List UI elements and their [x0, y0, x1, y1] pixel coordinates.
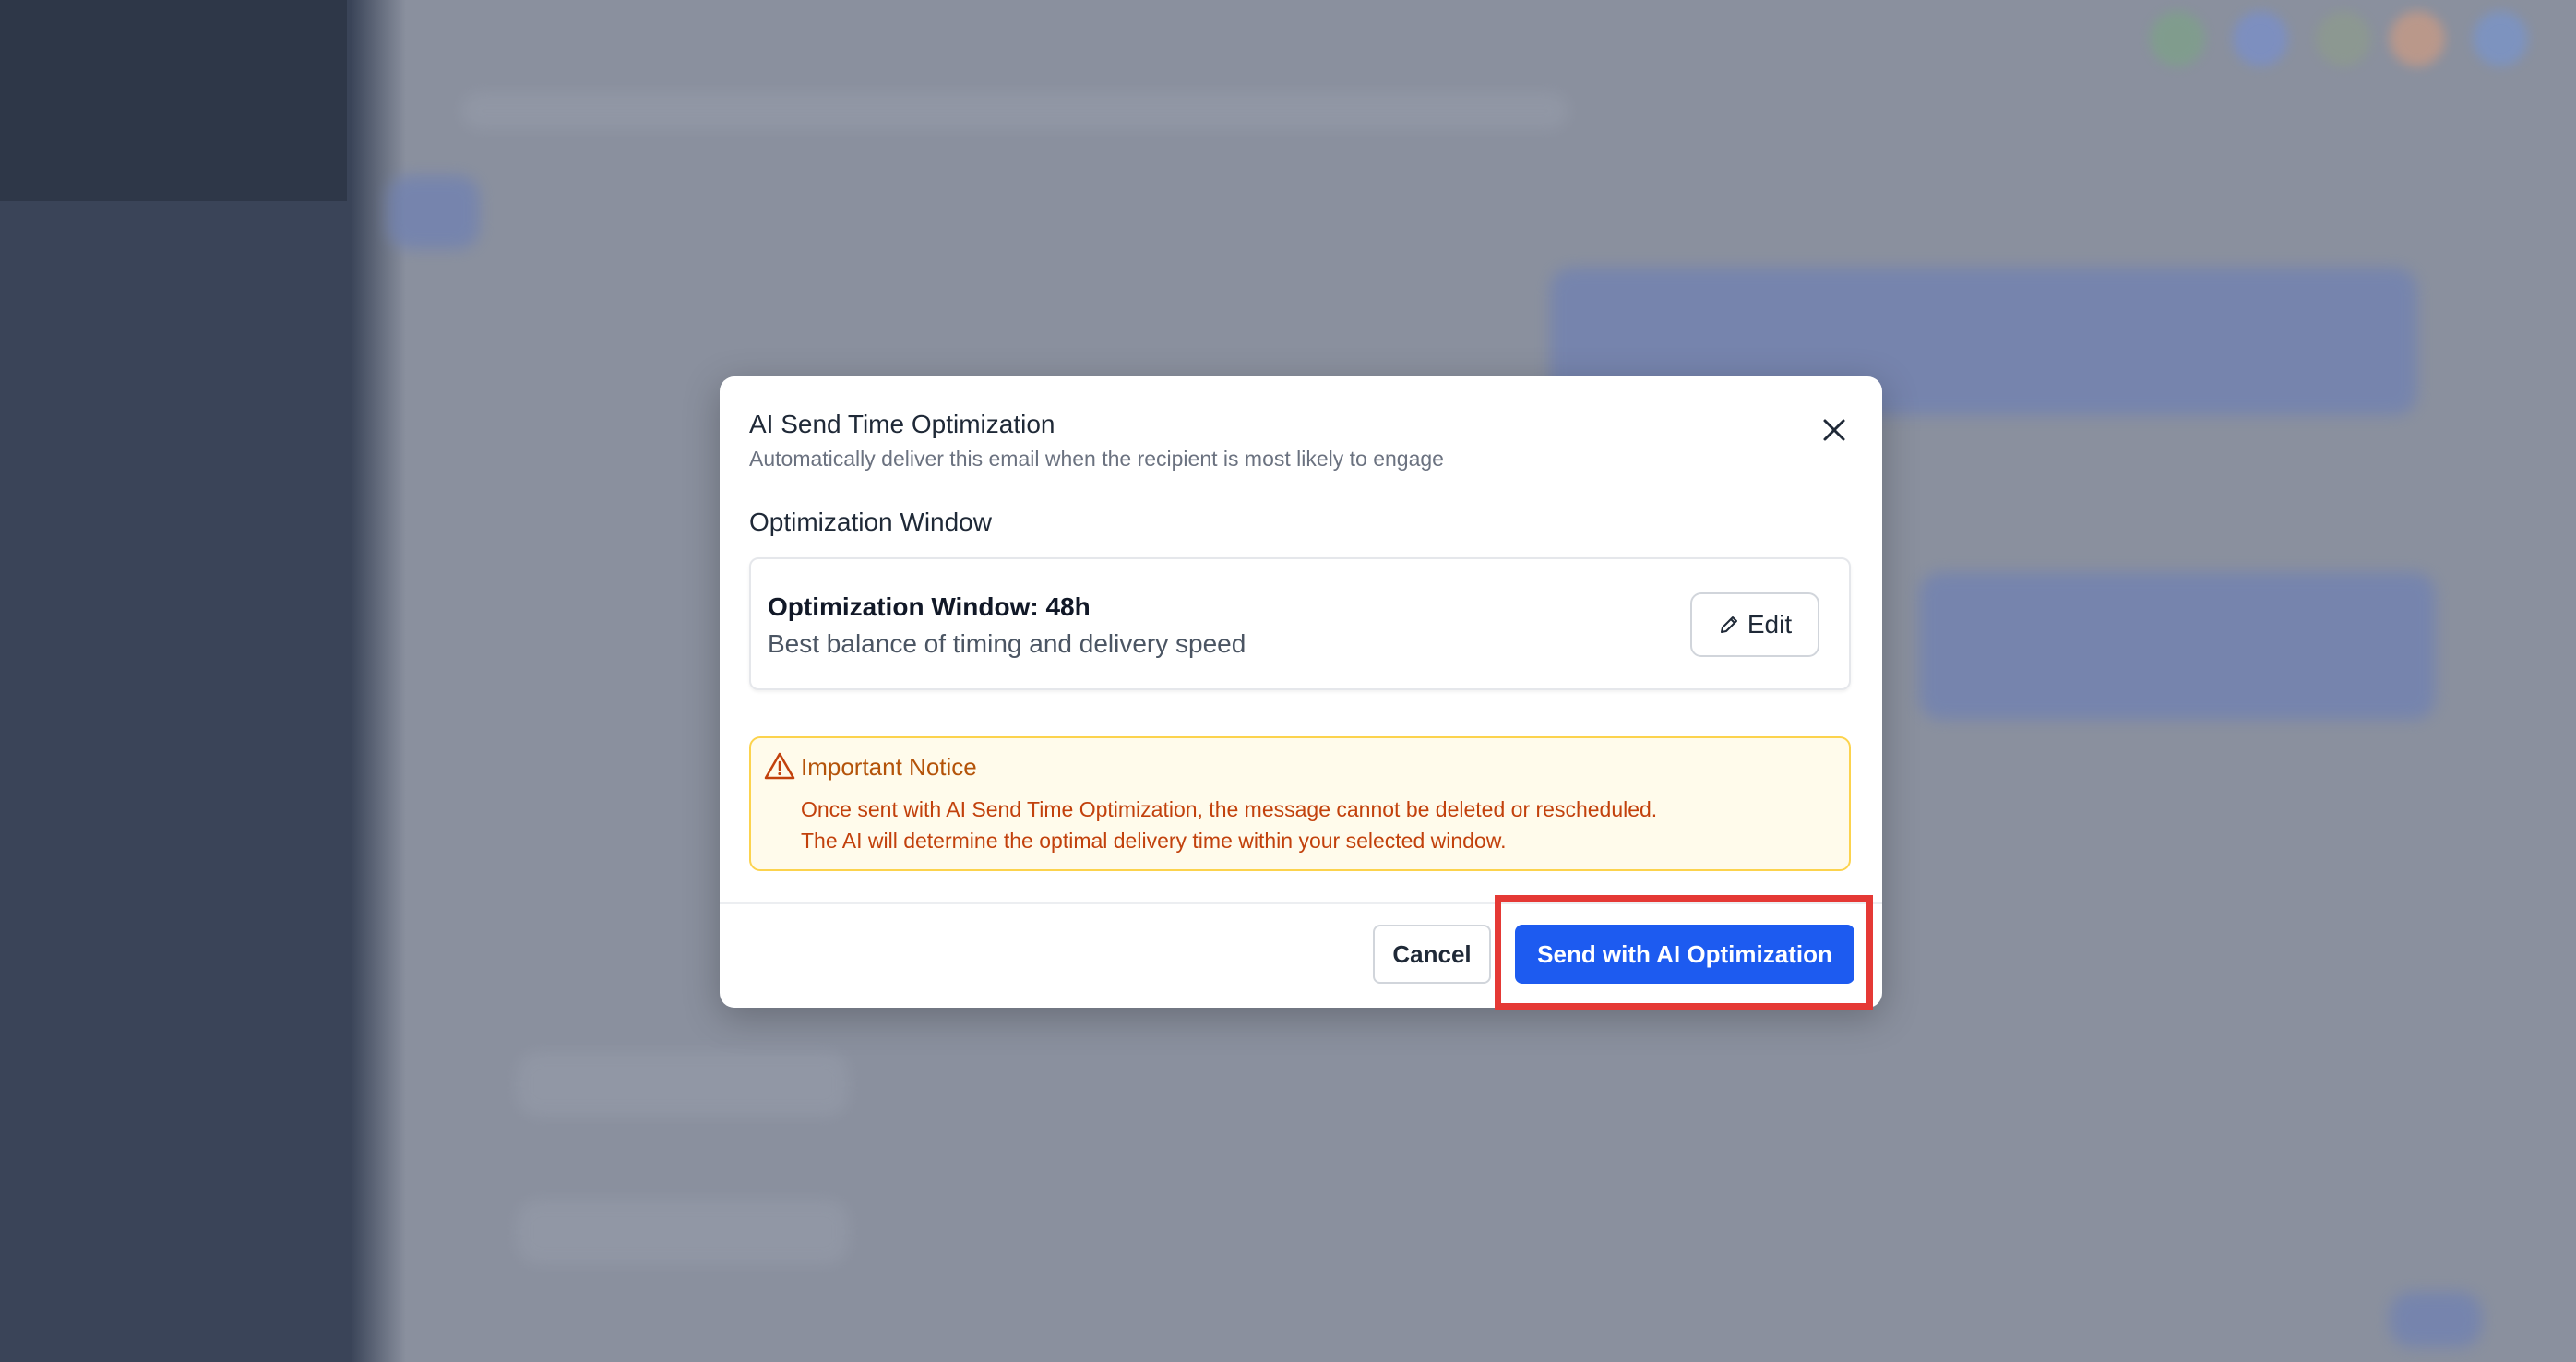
important-notice: Important Notice Once sent with AI Send … [749, 736, 1851, 871]
background-avatar [2150, 11, 2205, 66]
optimization-window-description: Best balance of timing and delivery spee… [768, 629, 1246, 658]
close-button[interactable] [1816, 412, 1853, 448]
background-sidebar-header [0, 0, 347, 201]
footer-divider [720, 902, 1882, 904]
send-with-ai-optimization-button[interactable]: Send with AI Optimization [1515, 925, 1854, 984]
send-time-optimization-dialog: AI Send Time Optimization Automatically … [720, 376, 1882, 1008]
optimization-window-title: Optimization Window: 48h [768, 592, 1091, 621]
warning-triangle-icon [764, 752, 795, 780]
edit-button-label: Edit [1747, 610, 1793, 639]
background-shape [1919, 572, 2436, 720]
pencil-icon [1720, 616, 1737, 633]
section-label-optimization-window: Optimization Window [749, 508, 992, 536]
background-avatar [2316, 11, 2371, 66]
dialog-subtitle: Automatically deliver this email when th… [749, 447, 1444, 471]
app-background: AI Send Time Optimization Automatically … [0, 0, 2576, 1362]
background-avatar [2233, 11, 2288, 66]
background-shape [388, 175, 480, 249]
background-shape [461, 92, 1568, 129]
background-shape [517, 1052, 849, 1117]
notice-text-line-1: Once sent with AI Send Time Optimization… [801, 797, 1658, 821]
close-icon [1823, 419, 1845, 441]
notice-text-line-2: The AI will determine the optimal delive… [801, 829, 1507, 853]
background-sidebar [0, 0, 388, 1362]
optimization-window-card: Optimization Window: 48h Best balance of… [749, 557, 1851, 690]
edit-button[interactable]: Edit [1690, 592, 1819, 657]
background-avatar [2390, 11, 2445, 66]
background-avatar [2473, 11, 2528, 66]
dialog-title: AI Send Time Optimization [749, 410, 1055, 438]
notice-title: Important Notice [801, 753, 977, 781]
cancel-button[interactable]: Cancel [1373, 925, 1491, 984]
background-shape [2390, 1292, 2482, 1347]
background-shape [517, 1200, 849, 1264]
